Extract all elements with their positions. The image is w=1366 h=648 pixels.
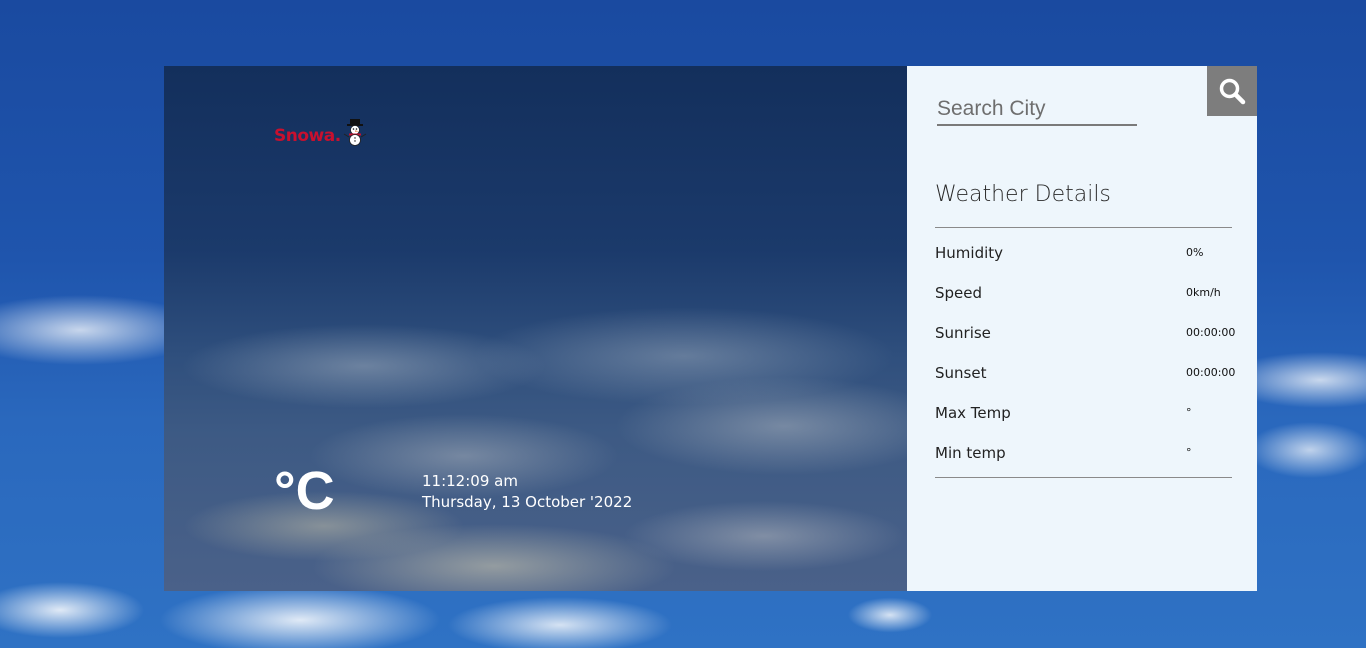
detail-value: 0km/h: [1186, 286, 1221, 299]
search-button[interactable]: [1207, 66, 1257, 116]
detail-label: Max Temp: [935, 404, 1011, 422]
detail-row-max-temp: Max Temp °: [935, 404, 1232, 428]
datetime-block: 11:12:09 am Thursday, 13 October '2022: [422, 471, 632, 513]
logo-text: Snowa.: [274, 126, 341, 146]
detail-label: Min temp: [935, 444, 1006, 462]
search-icon: [1219, 78, 1246, 105]
detail-row-sunrise: Sunrise 00:00:00: [935, 324, 1236, 348]
temperature-readout: °C: [274, 461, 335, 521]
detail-label: Humidity: [935, 244, 1004, 262]
current-time: 11:12:09 am: [422, 472, 518, 490]
detail-label: Sunset: [935, 364, 987, 382]
detail-value: °: [1186, 406, 1192, 419]
search-city-input[interactable]: [937, 94, 1137, 126]
current-date: Thursday, 13 October '2022: [422, 493, 633, 511]
detail-row-sunset: Sunset 00:00:00: [935, 364, 1236, 388]
weather-details-title: Weather Details: [935, 182, 1111, 207]
details-panel: Weather Details Humidity 0% Speed 0km/h …: [907, 66, 1257, 591]
detail-value: 0%: [1186, 246, 1204, 259]
details-top-divider: [935, 227, 1232, 228]
snowman-icon: [343, 119, 366, 146]
detail-label: Sunrise: [935, 324, 991, 342]
app-logo[interactable]: Snowa.: [274, 118, 367, 146]
detail-row-humidity: Humidity 0%: [935, 244, 1232, 268]
details-bottom-divider: [935, 477, 1232, 478]
detail-value: 00:00:00: [1186, 366, 1236, 379]
weather-main-card: Snowa. °C 11:12:09 am Thursday, 13 Octob…: [164, 66, 907, 591]
detail-value: °: [1186, 446, 1192, 459]
detail-label: Speed: [935, 284, 983, 302]
detail-row-min-temp: Min temp °: [935, 444, 1232, 468]
detail-value: 00:00:00: [1186, 326, 1236, 339]
detail-row-speed: Speed 0km/h: [935, 284, 1232, 308]
